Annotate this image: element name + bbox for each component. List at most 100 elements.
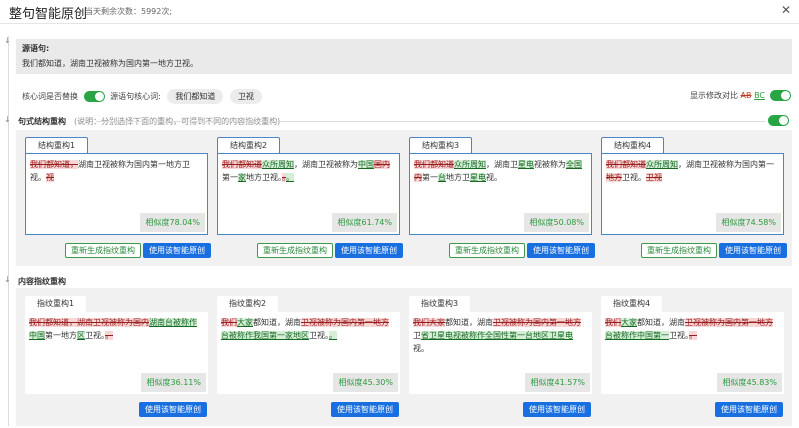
kept-text: ，湖南卫视被称为 xyxy=(294,160,358,169)
deleted-text: 我们 xyxy=(221,318,237,327)
inserted-text: 众所周知 xyxy=(262,160,294,169)
close-icon[interactable]: ✕ xyxy=(781,3,791,17)
timeline-line xyxy=(8,36,9,426)
use-rewrite-button[interactable]: 使用该智能原创 xyxy=(523,402,591,417)
core-word-chip[interactable]: 卫视 xyxy=(229,89,262,104)
kept-text: 视。 xyxy=(486,173,502,182)
deleted-text: 我们大家 xyxy=(413,318,445,327)
inserted-text: 。 xyxy=(286,173,294,182)
inserted-text: 大家 xyxy=(237,318,253,327)
tab-content-2[interactable]: 指纹重构2 xyxy=(217,296,279,313)
rewrite-text[interactable]: 我们都知道众所周知，湖南卫视被称为中国国内第一家地方卫视。。。 相似度61.74… xyxy=(217,153,400,235)
similarity-badge: 相似度61.74% xyxy=(332,213,397,232)
tab-content-4[interactable]: 指纹重构4 xyxy=(601,296,663,313)
use-rewrite-button[interactable]: 使用该智能原创 xyxy=(715,402,783,417)
inserted-text: 中国 xyxy=(358,160,374,169)
tab-content-3[interactable]: 指纹重构3 xyxy=(409,296,471,313)
inserted-text: 台 xyxy=(438,173,446,182)
similarity-badge: 相似度41.57% xyxy=(525,373,590,392)
structure-toggle[interactable] xyxy=(768,115,789,126)
kept-text: 都知道，湖南 xyxy=(637,318,685,327)
rewrite-text[interactable]: 我们都知道，湖南卫视被称为国内湖南台被称作中国第一地方区卫视。。 相似度36.1… xyxy=(25,312,208,394)
diff-label: 显示修改对比 xyxy=(690,91,738,100)
source-text: 我们都知道，湖南卫视被称为国内第一地方卫视。 xyxy=(22,59,198,68)
use-rewrite-button[interactable]: 使用该智能原创 xyxy=(143,243,211,258)
similarity-badge: 相似度74.58% xyxy=(716,213,781,232)
deleted-text: 我们都知道 xyxy=(222,160,262,169)
rewrite-text[interactable]: 我们大家都知道，湖南卫视被称为国内第一地方台被称作我国第一家地区卫视。。 相似度… xyxy=(217,312,400,394)
core-word-chip[interactable]: 我们都知道 xyxy=(167,89,224,104)
deleted-text: 卫视 xyxy=(646,173,662,182)
regenerate-button[interactable]: 重新生成指纹重构 xyxy=(65,243,141,258)
deleted-text: 卫视被称为国内第一地方 xyxy=(301,318,389,327)
inserted-text: 台被称作中国第一 xyxy=(605,331,669,340)
tab-structure-1[interactable]: 结构重构1 xyxy=(25,137,89,154)
source-label: 源语句: xyxy=(22,44,50,53)
dialog-header: 整句智能原创 当天剩余次数：5992次; ✕ xyxy=(0,0,799,24)
core-options: 核心词是否替换 源语句核心词: 我们都知道 卫视 xyxy=(22,89,262,104)
use-rewrite-button[interactable]: 使用该智能原创 xyxy=(527,243,595,258)
regenerate-button[interactable]: 重新生成指纹重构 xyxy=(449,243,525,258)
divider xyxy=(96,121,766,122)
kept-text: 视。 xyxy=(413,344,429,353)
inserted-text: 星 xyxy=(518,160,526,169)
inserted-text: 。 xyxy=(329,331,337,340)
use-rewrite-button[interactable]: 使用该智能原创 xyxy=(139,402,207,417)
similarity-badge: 相似度78.04% xyxy=(140,213,205,232)
inserted-text: 区 xyxy=(77,331,85,340)
core-words-label: 源语句核心词: xyxy=(110,92,161,101)
inserted-text: 电 xyxy=(526,160,534,169)
tab-content-1[interactable]: 指纹重构1 xyxy=(25,296,87,313)
deleted-text: 我们 xyxy=(605,318,621,327)
inserted-text: 众所周知 xyxy=(646,160,678,169)
deleted-text: 视 xyxy=(46,173,54,182)
deleted-text: 我们都知道， xyxy=(30,160,78,169)
rewrite-text[interactable]: 我们都知道，湖南卫视被称为国内第一地方卫视。视 相似度78.04% xyxy=(25,153,208,235)
inserted-text: 众所周知 xyxy=(454,160,486,169)
kept-text: 第一地方 xyxy=(45,331,77,340)
deleted-text: 。 xyxy=(105,331,113,340)
use-rewrite-button[interactable]: 使用该智能原创 xyxy=(335,243,403,258)
deleted-text: 我们都知道，湖南卫视被称为国内 xyxy=(29,318,149,327)
deleted-text: 卫视被称为国内第一地方 xyxy=(685,318,773,327)
diff-bc: BC xyxy=(754,91,765,100)
kept-text: 卫视。 xyxy=(85,331,105,340)
deleted-text: 内 xyxy=(414,173,422,182)
rewrite-text[interactable]: 我们大家都知道，湖南卫视被称为国内第一地方台被称作中国第一卫视。。 相似度45.… xyxy=(601,312,784,394)
deleted-text: 地方 xyxy=(606,173,622,182)
kept-text: 都知道，湖南 xyxy=(445,318,493,327)
similarity-badge: 相似度50.08% xyxy=(524,213,589,232)
similarity-badge: 相似度45.30% xyxy=(333,373,398,392)
kept-text: 地方卫视。 xyxy=(246,173,282,182)
content-header: 内容指纹重构 xyxy=(18,276,66,287)
similarity-badge: 相似度36.11% xyxy=(141,373,206,392)
core-replace-toggle[interactable] xyxy=(83,91,105,102)
dialog-title: 整句智能原创 xyxy=(9,7,88,22)
kept-text: ，湖南卫 xyxy=(486,160,518,169)
use-rewrite-button[interactable]: 使用该智能原创 xyxy=(331,402,399,417)
inserted-text: 星电 xyxy=(470,173,486,182)
deleted-text: 卫视被称为国内第一地方 xyxy=(493,318,581,327)
deleted-text: 我们都知道 xyxy=(606,160,646,169)
deleted-text: 我们都知道 xyxy=(414,160,454,169)
rewrite-text[interactable]: 我们大家都知道，湖南卫视被称为国内第一地方卫省卫星电视被称作全国性第一台地区卫星… xyxy=(409,312,592,394)
tab-structure-3[interactable]: 结构重构3 xyxy=(409,137,473,154)
arrow-down-icon: ↓ xyxy=(4,36,11,45)
kept-text: 视被称为 xyxy=(534,160,566,169)
kept-text: 卫视。 xyxy=(622,173,646,182)
content-title: 内容指纹重构 xyxy=(18,277,66,286)
rewrite-text[interactable]: 我们都知道众所周知，湖南卫视被称为国内第一地方卫视。卫视 相似度74.58% xyxy=(601,153,784,235)
tab-structure-4[interactable]: 结构重构4 xyxy=(601,137,665,154)
inserted-text: 台被称作我国第一家地区 xyxy=(221,331,309,340)
arrow-down-icon: ↓ xyxy=(4,115,11,124)
tab-structure-2[interactable]: 结构重构2 xyxy=(217,137,281,154)
inserted-text: 全国 xyxy=(566,160,582,169)
use-rewrite-button[interactable]: 使用该智能原创 xyxy=(719,243,787,258)
kept-text: 都知道，湖南 xyxy=(253,318,301,327)
rewrite-text[interactable]: 我们都知道众所周知，湖南卫星电视被称为全国内第一台地方卫星电视。 相似度50.0… xyxy=(409,153,592,235)
diff-toggle[interactable] xyxy=(769,90,791,101)
kept-text: 地方卫 xyxy=(446,173,470,182)
regenerate-button[interactable]: 重新生成指纹重构 xyxy=(257,243,333,258)
regenerate-button[interactable]: 重新生成指纹重构 xyxy=(641,243,717,258)
kept-text: 第一 xyxy=(422,173,438,182)
